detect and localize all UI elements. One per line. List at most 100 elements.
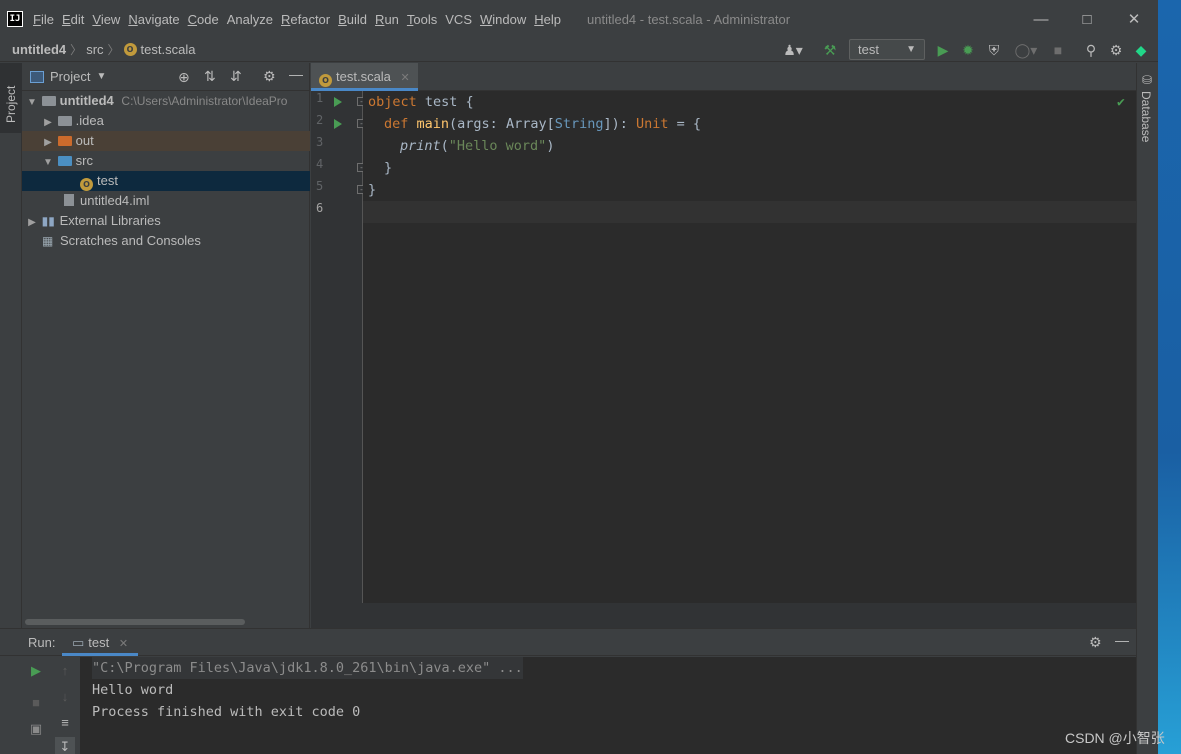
run-icon[interactable]: ▶ <box>933 40 953 60</box>
chevron-right-icon[interactable]: ▶ <box>26 213 38 233</box>
close-window-icon[interactable]: ✕ <box>1124 10 1144 30</box>
line-number: 5 <box>316 179 324 193</box>
no-problems-check-icon[interactable]: ✔ <box>1117 95 1125 110</box>
profile-icon[interactable]: ◯▾ <box>1008 40 1044 60</box>
run-panel-header: Run: ▭ test ✕ ⚙ — <box>0 629 1136 656</box>
camera-icon[interactable]: ▣ <box>26 719 46 739</box>
project-view-icon <box>30 70 44 83</box>
run-configuration-select[interactable]: test ▼ <box>849 39 925 60</box>
hide-panel-icon[interactable]: — <box>289 66 303 82</box>
run-gutter-icon[interactable] <box>334 119 342 129</box>
editor-bottom-area <box>311 603 1136 628</box>
scroll-down-icon[interactable]: ↓ <box>55 687 75 707</box>
tree-label: out <box>75 133 94 148</box>
tree-label: untitled4.iml <box>80 193 150 208</box>
scala-object-icon: O <box>123 43 137 56</box>
intellij-logo-icon[interactable]: IJ <box>7 11 23 27</box>
menu-edit[interactable]: Edit <box>62 12 84 27</box>
chevron-right-icon[interactable]: ▶ <box>42 113 54 133</box>
chevron-down-icon[interactable]: ▼ <box>26 93 38 113</box>
menu-navigate[interactable]: Navigate <box>128 12 179 27</box>
tree-row-src[interactable]: ▼ src <box>22 151 310 171</box>
database-icon[interactable]: ⛁ <box>1142 73 1152 87</box>
tree-row-test[interactable]: Otest <box>22 171 310 191</box>
chevron-right-icon[interactable]: ▶ <box>42 133 54 153</box>
window-title: untitled4 - test.scala - Administrator <box>587 11 791 27</box>
menu-tools[interactable]: Tools <box>407 12 437 27</box>
collapse-all-icon[interactable]: ⇵ <box>230 68 242 85</box>
scratches-icon: ▦ <box>42 234 54 248</box>
plugin-icon[interactable]: ◆ <box>1131 40 1151 60</box>
tree-row-iml[interactable]: untitled4.iml <box>22 191 310 211</box>
run-config-icon: ▭ <box>72 635 85 650</box>
coverage-icon[interactable]: ⛨ <box>984 40 1004 60</box>
scroll-to-end-icon[interactable]: ↧ <box>55 737 75 754</box>
run-console[interactable]: "C:\Program Files\Java\jdk1.8.0_261\bin\… <box>80 657 1136 754</box>
stop-icon[interactable]: ■ <box>1049 40 1067 60</box>
tree-label: untitled4 <box>59 93 114 108</box>
breadcrumb-file[interactable]: test.scala <box>141 42 196 57</box>
run-gutter-icon[interactable] <box>334 97 342 107</box>
breadcrumb-project[interactable]: untitled4 <box>12 42 66 57</box>
menu-build[interactable]: Build <box>338 12 367 27</box>
editor-gutter: 1 2 3 4 5 6 - - - - <box>311 91 366 603</box>
user-icon[interactable]: ♟▾ <box>780 40 806 60</box>
search-icon[interactable]: ⚲ <box>1081 40 1101 60</box>
iml-file-icon <box>64 194 74 206</box>
left-tool-strip: Project <box>0 63 22 628</box>
expand-all-icon[interactable]: ⇅ <box>204 68 216 85</box>
chevron-down-icon[interactable]: ▼ <box>42 153 54 173</box>
code-line-5: } <box>368 182 377 198</box>
settings-gear-icon[interactable]: ⚙ <box>1106 40 1126 60</box>
panel-settings-gear-icon[interactable]: ⚙ <box>263 68 276 85</box>
hide-run-panel-icon[interactable]: — <box>1115 632 1129 648</box>
menu-window[interactable]: Window <box>480 12 526 27</box>
menu-refactor[interactable]: Refactor <box>281 12 330 27</box>
soft-wrap-icon[interactable]: ≡ <box>55 713 75 733</box>
line-number: 4 <box>316 157 324 171</box>
tree-row-idea[interactable]: ▶ .idea <box>22 111 310 131</box>
menu-file[interactable]: File <box>33 12 54 27</box>
menu-vcs[interactable]: VCS <box>445 12 472 27</box>
menu-run[interactable]: Run <box>375 12 399 27</box>
menu-help[interactable]: Help <box>534 12 561 27</box>
breadcrumb-folder[interactable]: src <box>86 42 103 57</box>
build-hammer-icon[interactable]: ⚒ <box>820 40 840 60</box>
rerun-icon[interactable]: ▶ <box>26 661 46 681</box>
chevron-down-icon[interactable]: ▼ <box>96 71 106 82</box>
console-output-line: Hello word <box>92 682 174 698</box>
database-tool-tab[interactable]: Database <box>1139 91 1153 142</box>
menu-view[interactable]: View <box>92 12 120 27</box>
project-tool-tab[interactable]: Project <box>0 63 22 133</box>
tab-test-scala[interactable]: Otest.scala ✕ <box>311 63 418 91</box>
tree-row-external-libraries[interactable]: ▶ ▮▮ External Libraries <box>22 211 310 231</box>
tree-row-out[interactable]: ▶ out <box>22 131 310 151</box>
minimize-icon[interactable]: — <box>1031 10 1051 30</box>
locate-file-icon[interactable]: ⊕ <box>178 69 190 86</box>
project-tool-label: Project <box>4 85 18 123</box>
code-editor[interactable]: object test { def main(args: Array[Strin… <box>363 91 1136 603</box>
chevron-down-icon: ▼ <box>906 44 916 55</box>
close-tab-icon[interactable]: ✕ <box>401 72 410 84</box>
menu-code[interactable]: Code <box>188 12 219 27</box>
close-tab-icon[interactable]: ✕ <box>119 638 128 650</box>
library-icon: ▮▮ <box>41 214 55 228</box>
menu-analyze[interactable]: Analyze <box>227 12 273 27</box>
ide-window: IJ File Edit View Navigate Code Analyze … <box>0 0 1158 754</box>
run-panel: Run: ▭ test ✕ ⚙ — ▶ ↑ ■ ↓ ≡ ▣ ↧ "C:\Progr… <box>0 628 1136 754</box>
run-settings-gear-icon[interactable]: ⚙ <box>1089 634 1102 651</box>
tree-row-scratches[interactable]: ▦ Scratches and Consoles <box>22 231 310 251</box>
tree-row-project-root[interactable]: ▼ untitled4 C:\Users\Administrator\IdeaP… <box>22 91 310 111</box>
tree-label: External Libraries <box>59 213 161 228</box>
run-tab-test[interactable]: ▭ test ✕ <box>62 629 139 656</box>
project-view-selector[interactable]: Project <box>50 69 90 84</box>
desktop-background <box>1158 0 1181 754</box>
maximize-icon[interactable]: □ <box>1077 10 1097 30</box>
stop-run-icon[interactable]: ■ <box>26 693 46 713</box>
scroll-up-icon[interactable]: ↑ <box>55 661 75 681</box>
horizontal-scrollbar[interactable] <box>25 619 245 625</box>
editor-tab-bar: Otest.scala ✕ <box>311 63 1136 91</box>
tree-label: .idea <box>75 113 104 128</box>
debug-icon[interactable]: ✹ <box>958 40 978 60</box>
code-line-4: } <box>384 160 393 176</box>
